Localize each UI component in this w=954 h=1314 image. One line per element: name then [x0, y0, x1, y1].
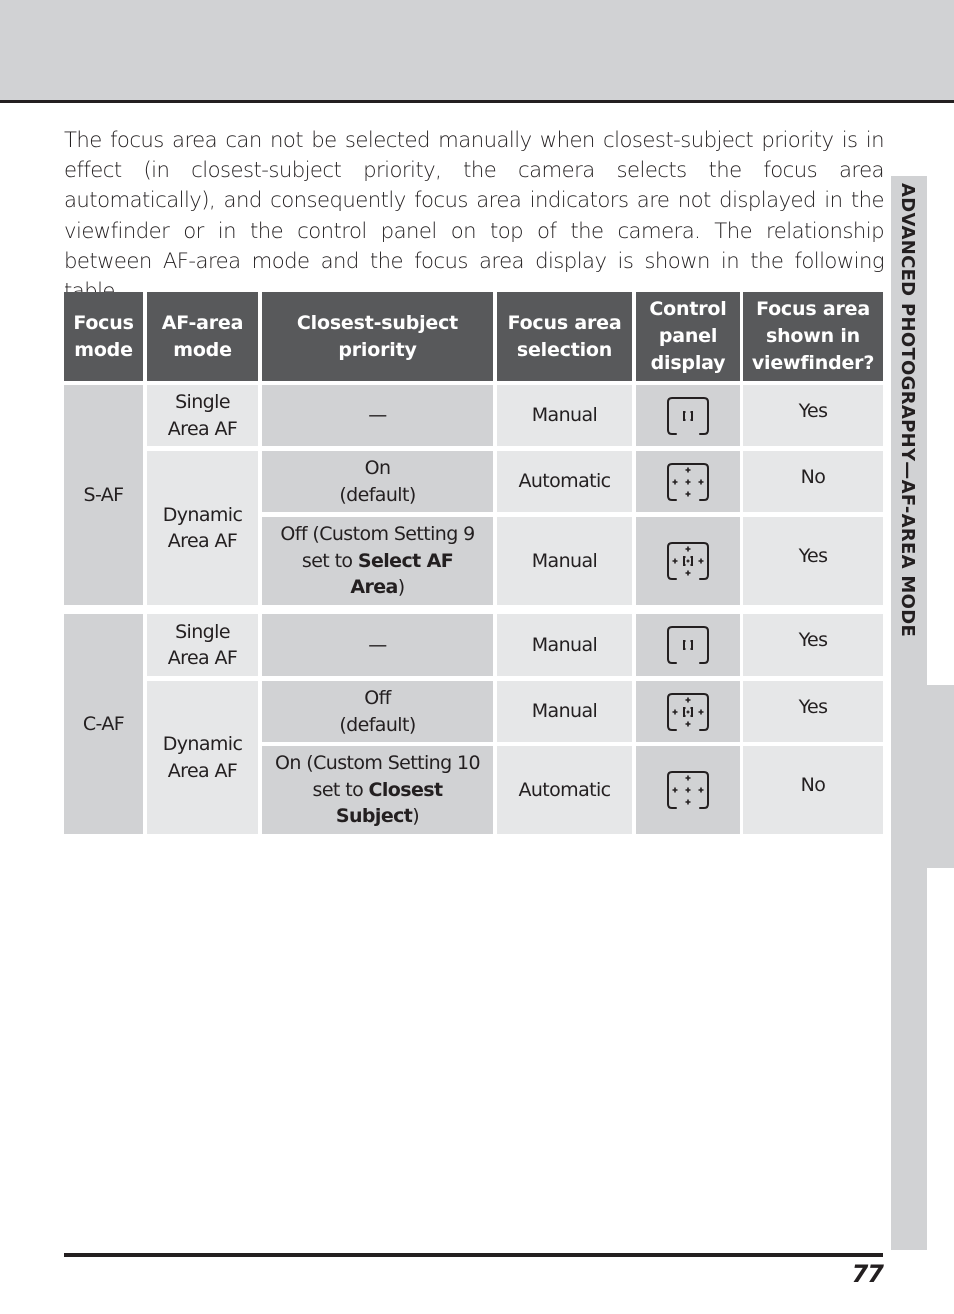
- column-header: AF-area mode: [147, 292, 258, 381]
- cell-text: No: [800, 465, 826, 488]
- cell-text: No: [800, 774, 826, 796]
- cell-text: Automatic: [518, 470, 611, 493]
- viewfinder-shown-cell: Yes: [743, 517, 883, 605]
- af-area-mode-cell: Dynamic Area AF: [147, 681, 258, 834]
- dynamic-area-no-bracket-icon: [667, 462, 709, 501]
- column-header: Closest-subject priority: [262, 292, 493, 381]
- closest-subject-priority-cell: Off (Custom Setting 9 set to Select AF A…: [262, 517, 493, 605]
- focus-area-selection-cell: Manual: [497, 681, 632, 742]
- single-area-bracket-icon: [667, 626, 709, 664]
- cell-text: Yes: [798, 629, 828, 651]
- header-band: [0, 0, 954, 100]
- focus-mode-cell: C-AF: [64, 614, 143, 834]
- page-number: 77: [851, 1260, 884, 1288]
- cell-text: Off (Custom Setting 9 set to Select AF A…: [272, 521, 483, 601]
- control-panel-display-cell: [636, 451, 740, 512]
- cell-text: Yes: [798, 399, 828, 422]
- cell-text: Automatic: [518, 778, 611, 801]
- cell-text: Single Area AF: [167, 620, 238, 670]
- viewfinder-shown-cell: Yes: [743, 385, 883, 446]
- column-header: Focus mode: [64, 292, 143, 381]
- focus-area-selection-cell: Automatic: [497, 746, 632, 834]
- column-header: Focus area shown in viewfinder?: [743, 292, 883, 381]
- intro-paragraph: The focus area can not be selected manua…: [64, 127, 885, 304]
- dynamic-area-center-bracket-icon: [667, 692, 709, 731]
- cell-text: On (Custom Setting 10 set to Closest Sub…: [272, 750, 483, 830]
- cell-text: On (default): [339, 457, 416, 506]
- cell-text: Manual: [531, 549, 598, 572]
- focus-mode-cell: S-AF: [64, 385, 143, 605]
- closest-subject-priority-cell: —: [262, 385, 493, 446]
- af-area-mode-cell: Dynamic Area AF: [147, 451, 258, 605]
- focus-area-selection-cell: Manual: [497, 385, 632, 446]
- closest-subject-priority-cell: Off (default): [262, 681, 493, 742]
- focus-area-selection-cell: Manual: [497, 517, 632, 605]
- cell-text: Dynamic Area AF: [162, 733, 243, 782]
- closest-subject-priority-cell: On (default): [262, 451, 493, 512]
- column-header: Control panel display: [636, 292, 740, 381]
- section-label: ADVANCED PHOTOGRAPHY—AF-AREA MODE: [897, 183, 918, 638]
- footer-rule: [64, 1253, 883, 1257]
- viewfinder-shown-cell: Yes: [743, 614, 883, 676]
- control-panel-display-cell: [636, 746, 740, 834]
- af-area-mode-cell: Single Area AF: [147, 614, 258, 676]
- cell-text: Dynamic Area AF: [162, 503, 243, 553]
- cell-text: —: [368, 633, 387, 656]
- cell-text: Yes: [798, 545, 828, 567]
- viewfinder-shown-cell: No: [743, 451, 883, 512]
- closest-subject-priority-cell: On (Custom Setting 10 set to Closest Sub…: [262, 746, 493, 834]
- cell-text: Yes: [798, 695, 828, 718]
- af-area-mode-cell: Single Area AF: [147, 385, 258, 446]
- cell-text: —: [368, 404, 387, 427]
- single-area-bracket-icon: [667, 396, 709, 435]
- header-rule: [0, 100, 954, 103]
- control-panel-display-cell: [636, 385, 740, 446]
- dynamic-area-no-bracket-icon: [667, 771, 709, 809]
- control-panel-display-cell: [636, 614, 740, 676]
- cell-text-part: ): [397, 576, 405, 599]
- cell-text: Off (default): [339, 687, 416, 736]
- closest-subject-priority-cell: —: [262, 614, 493, 676]
- control-panel-display-cell: [636, 681, 740, 742]
- viewfinder-shown-cell: No: [743, 746, 883, 834]
- dynamic-area-center-bracket-icon: [667, 542, 709, 580]
- section-tab: [891, 685, 954, 868]
- viewfinder-shown-cell: Yes: [743, 681, 883, 742]
- cell-text: Manual: [531, 700, 598, 723]
- column-header: Focus area selection: [497, 292, 632, 381]
- focus-area-selection-cell: Manual: [497, 614, 632, 676]
- cell-text: Manual: [531, 404, 598, 427]
- control-panel-display-cell: [636, 517, 740, 605]
- cell-text: Manual: [531, 633, 598, 656]
- cell-text-part: ): [412, 805, 420, 828]
- cell-text: Single Area AF: [167, 391, 238, 440]
- focus-area-selection-cell: Automatic: [497, 451, 632, 512]
